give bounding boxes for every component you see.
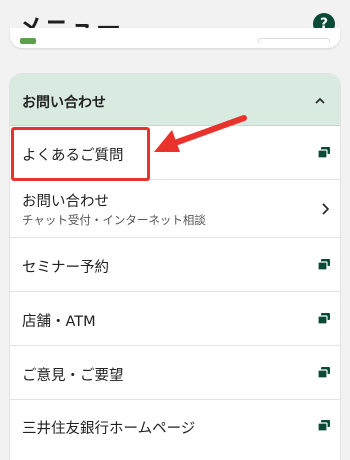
- card-pill: [258, 38, 330, 44]
- external-link-icon: [317, 259, 330, 271]
- chevron-up-icon: [315, 97, 325, 104]
- external-link-icon: [317, 147, 330, 159]
- section-title: お問い合わせ: [22, 95, 106, 111]
- chevron-right-icon: [322, 203, 330, 215]
- menu-screen: メニュー ? お問い合わせ よくあるご質問 お問い合わせ チャット受付・インター…: [0, 0, 350, 460]
- previous-card: [10, 28, 340, 48]
- external-link-icon: [317, 367, 330, 379]
- menu-item-label: 三井住友銀行ホームページ: [22, 421, 196, 437]
- menu-item-inquiry[interactable]: お問い合わせ チャット受付・インターネット相談: [10, 180, 340, 238]
- annotation-highlight-box: [11, 127, 150, 181]
- menu-item-feedback[interactable]: ご意見・ご要望: [10, 346, 340, 400]
- menu-item-label: ご意見・ご要望: [22, 368, 124, 384]
- external-link-icon: [317, 420, 330, 432]
- menu-item-seminar[interactable]: セミナー予約: [10, 238, 340, 292]
- menu-item-homepage[interactable]: 三井住友銀行ホームページ: [10, 400, 340, 460]
- card-accent: [20, 38, 36, 44]
- menu-item-label: 店舗・ATM: [22, 314, 96, 330]
- menu-item-label: お問い合わせ: [22, 194, 109, 210]
- annotation-arrow-icon: [154, 115, 247, 152]
- menu-item-store-atm[interactable]: 店舗・ATM: [10, 292, 340, 346]
- menu-item-sublabel: チャット受付・インターネット相談: [22, 213, 206, 227]
- external-link-icon: [317, 313, 330, 325]
- menu-item-label: セミナー予約: [22, 260, 109, 276]
